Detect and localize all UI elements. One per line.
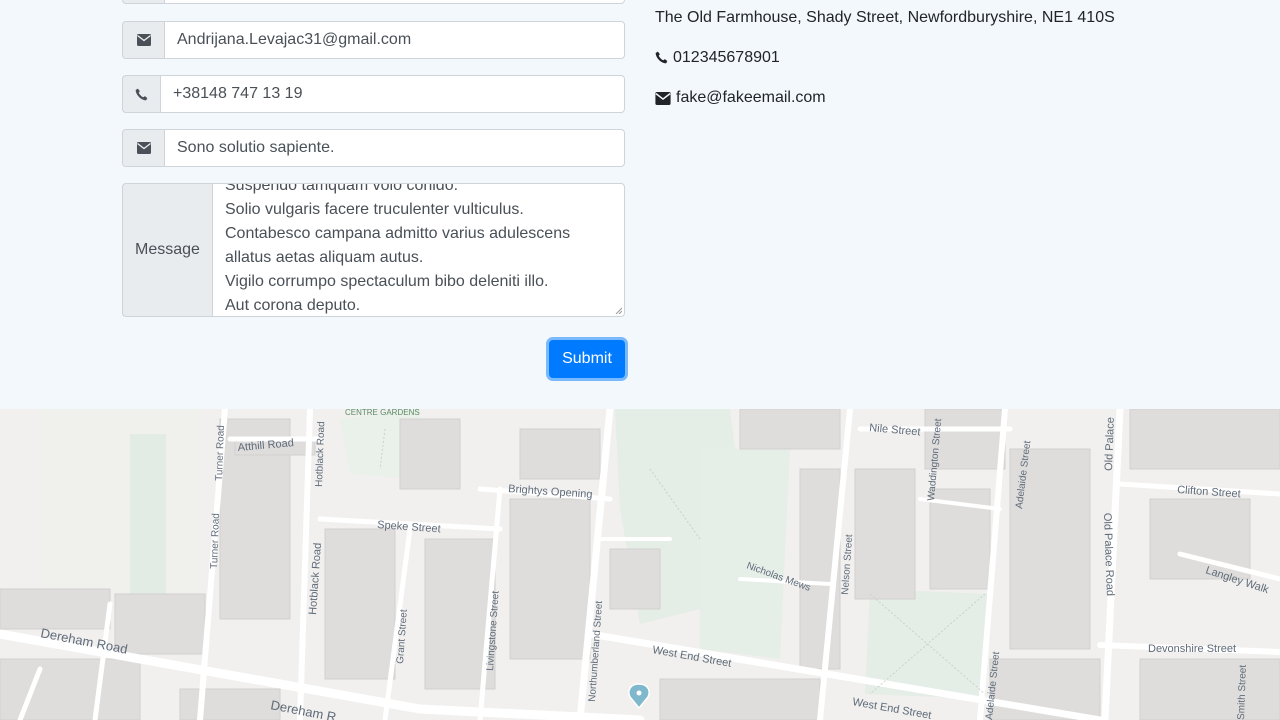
phone-field[interactable]: +38148 747 13 19 (160, 75, 625, 113)
map-label: Clifton Street (1177, 484, 1241, 500)
map-label: Turner Road (209, 513, 222, 569)
subject-field[interactable]: Sono solutio sapiente. (164, 129, 625, 167)
map-label: CENTRE GARDENS (345, 409, 420, 417)
phone-text: 012345678901 (673, 49, 780, 66)
message-field-group: Message Suspendo tamquam volo conido. Sol… (122, 183, 625, 317)
envelope-icon (122, 21, 164, 59)
message-line: Suspendo tamquam volo conido. (225, 183, 459, 194)
message-line: allatus aetas aliquam autus. (225, 249, 424, 266)
message-line: Aut corona deputo. (225, 297, 361, 314)
map-label: Turner Road (214, 425, 227, 481)
resize-grip-icon[interactable] (614, 306, 622, 314)
message-line: Solio vulgaris facere truculenter vultic… (225, 201, 524, 218)
message-label: Message (122, 183, 212, 317)
phone-line: 012345678901 (655, 49, 780, 67)
map-label: Nile Street (869, 422, 921, 438)
address-line: The Old Farmhouse, Shady Street, Newford… (655, 9, 1115, 27)
phone-icon (122, 75, 160, 113)
envelope-icon (655, 91, 672, 105)
map-label: Brightys Opening (508, 483, 593, 501)
map-pin-icon[interactable] (628, 683, 650, 710)
map-label: Devonshire Street (1148, 643, 1236, 655)
map-label: Smith Street (1236, 665, 1249, 720)
message-textarea[interactable]: Suspendo tamquam volo conido. Solio vulga… (212, 183, 625, 317)
map-label: Hotblack Road (314, 421, 327, 487)
envelope-icon (122, 129, 164, 167)
map[interactable]: CENTRE GARDENS Atthill Road Turner Road … (0, 409, 1280, 720)
email-field[interactable]: Andrijana.Levajac31@gmail.com (164, 21, 625, 59)
message-text: Suspendo tamquam volo conido. Solio vulga… (225, 183, 612, 316)
map-label: West End Street (851, 696, 932, 720)
address-text: The Old Farmhouse, Shady Street, Newford… (655, 9, 1115, 26)
map-label: Old Palace Road (1101, 513, 1116, 597)
message-line: Vigilo corrumpo spectaculum bibo delenit… (225, 273, 549, 290)
map-label: Hotblack Road (307, 542, 324, 615)
message-line: Contabesco campana admitto varius adules… (225, 225, 571, 242)
map-label: Nelson Street (840, 534, 855, 595)
name-field[interactable] (164, 0, 625, 4)
email-field-group: Andrijana.Levajac31@gmail.com (122, 21, 625, 59)
phone-field-group: +38148 747 13 19 (122, 75, 625, 113)
user-icon (122, 0, 164, 4)
email-text: fake@fakeemail.com (676, 89, 826, 106)
submit-button[interactable]: Submit (549, 340, 625, 378)
subject-field-group: Sono solutio sapiente. (122, 129, 625, 167)
map-label: Old Palace (1103, 417, 1117, 471)
phone-icon (655, 51, 669, 65)
name-field-group (122, 0, 625, 4)
email-line: fake@fakeemail.com (655, 89, 826, 107)
